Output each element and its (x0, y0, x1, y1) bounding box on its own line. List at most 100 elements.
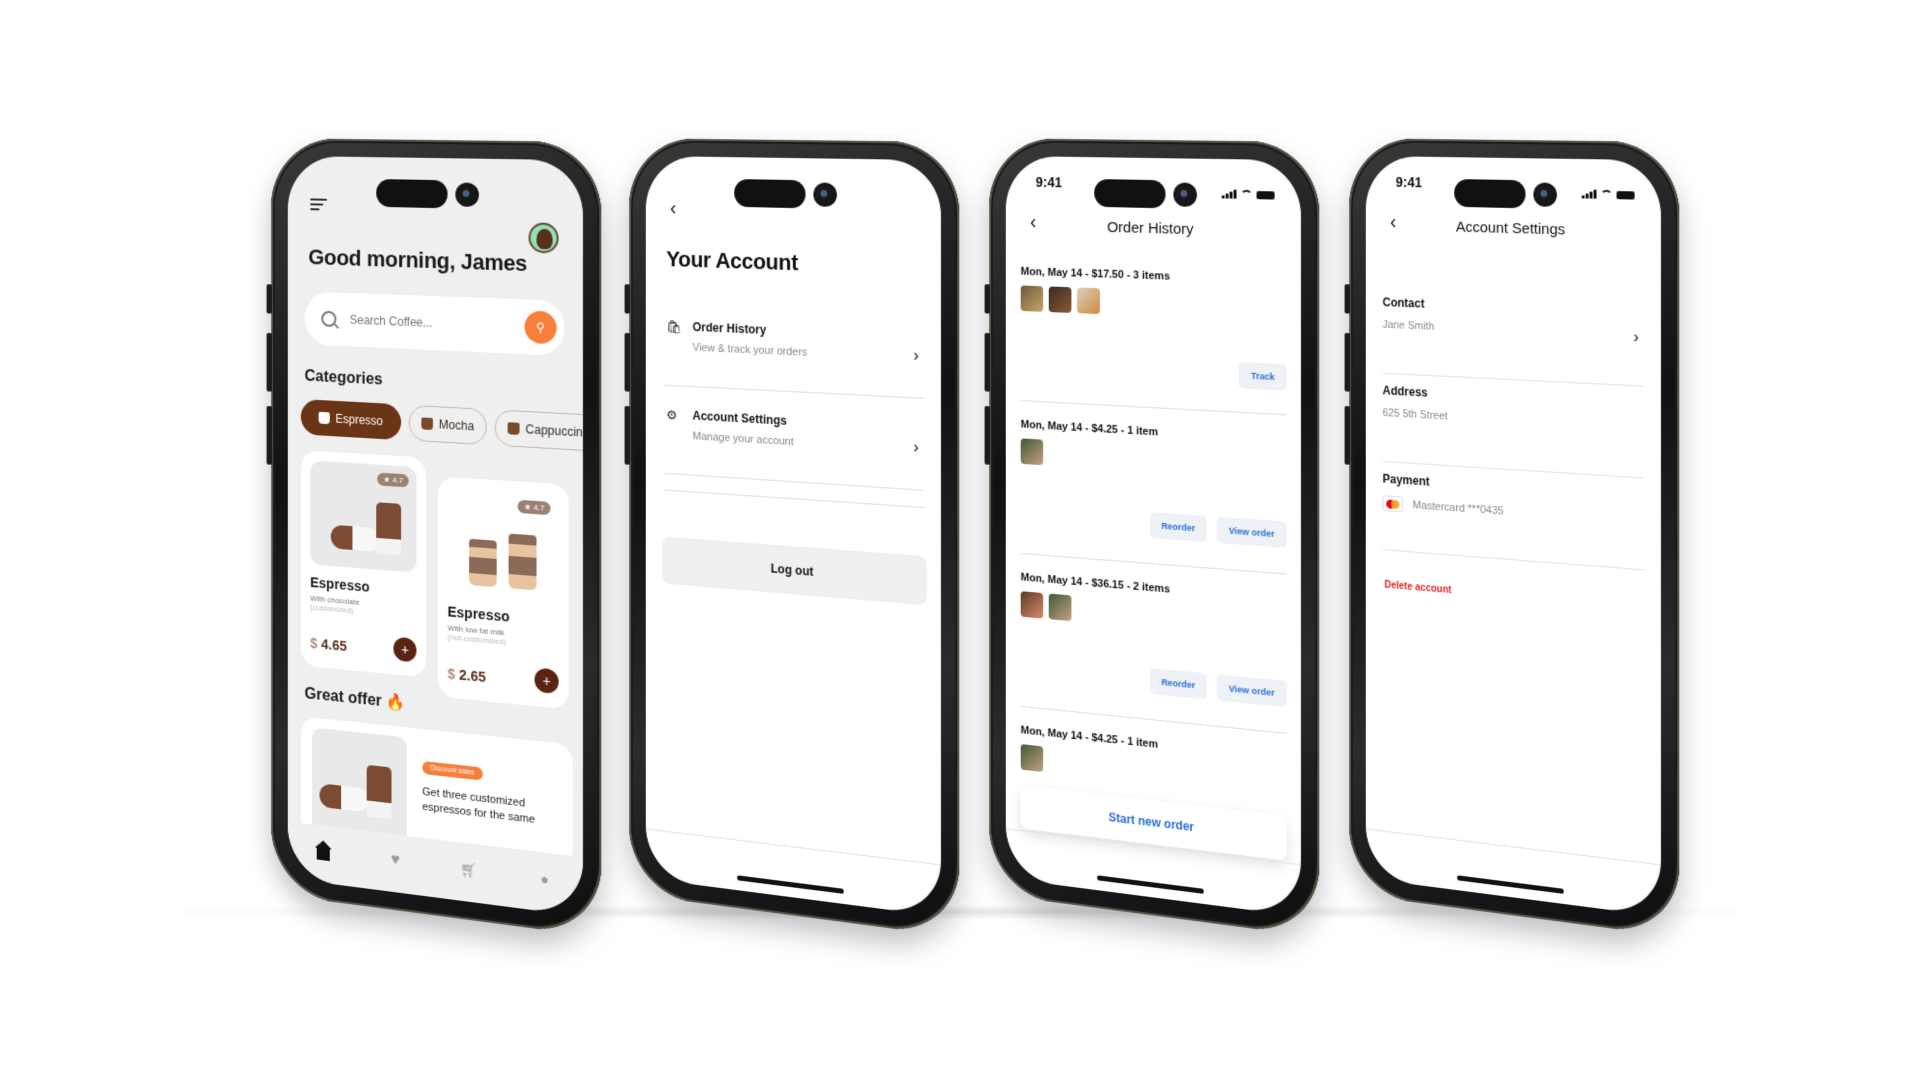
account-screen: ‹ Your Account 🛍︎ Order History View & t… (645, 155, 941, 917)
home-icon (316, 847, 330, 862)
mocha-icon (421, 417, 434, 431)
category-chips: Espresso Mocha Cappuccino (300, 399, 583, 453)
avatar[interactable] (528, 222, 559, 254)
product-image: ★ 4.7 (447, 487, 559, 603)
back-chevron-icon[interactable]: ‹ (670, 197, 676, 220)
menu-icon[interactable] (310, 195, 328, 213)
phone-account: ‹ Your Account 🛍︎ Order History View & t… (624, 138, 960, 938)
row-subtitle: View & track your orders (692, 341, 808, 359)
rating-badge: ★ 4.7 (377, 472, 409, 488)
search-bar[interactable]: ⚲ (304, 291, 565, 356)
dynamic-island (376, 179, 448, 209)
chevron-right-icon: › (913, 347, 919, 365)
reorder-button[interactable]: Reorder (1149, 511, 1207, 543)
chip-label: Mocha (438, 417, 475, 434)
view-order-button[interactable]: View order (1216, 516, 1287, 549)
status-time: 9:41 (1395, 174, 1422, 191)
menu-row-account-settings[interactable]: ⚙ Account Settings Manage your account › (664, 399, 925, 491)
settings-row-contact[interactable]: Contact Jane Smith › (1382, 295, 1645, 387)
page-title: Order History (1107, 218, 1194, 239)
row-title: Order History (692, 320, 767, 337)
order-actions: Reorder View order (1149, 667, 1287, 708)
product-list: ★ 4.7 Espresso With chocolate (customize… (300, 449, 573, 710)
cappuccino-icon (507, 422, 520, 435)
nav-profile[interactable]: ● (535, 868, 555, 891)
side-button (624, 332, 631, 392)
order-actions: Reorder View order (1149, 511, 1287, 549)
row-label: Contact (1382, 295, 1425, 311)
phone-home: Good morning, James ⚲ Categories Espress… (266, 138, 602, 938)
home-indicator[interactable] (1457, 875, 1564, 894)
order-item[interactable]: Mon, May 14 - $4.25 - 1 item Reorder Vie… (1020, 418, 1287, 575)
status-icons (1581, 189, 1635, 200)
status-time: 9:41 (1035, 174, 1062, 191)
delete-account-link[interactable]: Delete account (1384, 580, 1451, 596)
categories-title: Categories (304, 367, 383, 389)
order-item[interactable]: Mon, May 14 - $36.15 - 2 items Reorder V… (1020, 571, 1287, 734)
discount-badge: Discount sales (422, 760, 483, 781)
menu-row-order-history[interactable]: 🛍︎ Order History View & track your order… (664, 311, 925, 399)
product-card[interactable]: ★ 4.7 Espresso With chocolate (customize… (300, 449, 427, 678)
phone-account-settings: 9:41 ‹ Account Settings Contact Jane Smi… (1344, 138, 1680, 938)
reorder-button[interactable]: Reorder (1149, 667, 1207, 700)
row-title: Account Settings (692, 408, 787, 428)
add-to-cart-button[interactable]: + (534, 667, 559, 695)
mastercard-icon (1382, 495, 1404, 513)
row-label: Address (1382, 383, 1428, 400)
search-input[interactable] (349, 312, 525, 334)
item-thumbnail (1020, 285, 1044, 312)
order-actions: Track (1238, 362, 1287, 391)
category-chip-espresso[interactable]: Espresso (300, 399, 402, 441)
page-title: Your Account (666, 246, 798, 276)
order-item[interactable]: Mon, May 14 - $17.50 - 3 items Track (1020, 265, 1287, 416)
side-button (266, 284, 273, 314)
chip-label: Espresso (335, 411, 383, 429)
divider (664, 489, 925, 509)
add-to-cart-button[interactable]: + (393, 636, 417, 663)
nav-favorites[interactable]: ♥ (386, 849, 405, 871)
home-indicator[interactable] (737, 875, 844, 894)
camera (1533, 182, 1557, 208)
item-thumbnail (1048, 286, 1072, 313)
dynamic-island (1094, 179, 1166, 209)
sliders-icon: ⚲ (536, 320, 545, 335)
product-image: ★ 4.7 (310, 460, 417, 573)
category-chip-mocha[interactable]: Mocha (408, 404, 487, 446)
search-icon (321, 310, 337, 328)
row-value: 625 5th Street (1382, 407, 1448, 423)
filter-button[interactable]: ⚲ (524, 310, 557, 345)
page-title: Account Settings (1455, 218, 1566, 239)
settings-row-payment[interactable]: Payment Mastercard ***0435 (1382, 471, 1645, 571)
dynamic-island (1454, 179, 1526, 209)
product-price: $2.65 (447, 665, 486, 686)
greeting: Good morning, James (308, 244, 528, 277)
payment-text: Mastercard ***0435 (1412, 499, 1504, 518)
nav-cart[interactable]: 🛒︎ (459, 858, 479, 881)
category-chip-cappuccino[interactable]: Cappuccino (494, 409, 583, 453)
view-order-button[interactable]: View order (1216, 674, 1287, 708)
nav-home[interactable] (314, 840, 333, 862)
divider (645, 828, 941, 866)
order-thumbnails (1020, 285, 1287, 321)
settings-row-address[interactable]: Address 625 5th Street (1382, 383, 1645, 479)
logout-button[interactable]: Log out (662, 536, 927, 606)
item-thumbnail (1020, 744, 1044, 773)
order-history-screen: 9:41 ‹ Order History Mon, May 14 - $17.5… (1005, 155, 1301, 917)
side-button (1344, 284, 1351, 314)
account-settings-screen: 9:41 ‹ Account Settings Contact Jane Smi… (1365, 155, 1661, 917)
phone-order-history: 9:41 ‹ Order History Mon, May 14 - $17.5… (984, 138, 1320, 938)
shopping-bag-icon: 🛍︎ (666, 319, 682, 335)
product-card[interactable]: ★ 4.7 Espresso With low fat milk (not-cu… (437, 476, 569, 710)
signal-icon (1581, 189, 1597, 199)
home-indicator[interactable] (1097, 875, 1204, 894)
wifi-icon (1240, 189, 1253, 200)
camera (1173, 182, 1197, 208)
side-button (984, 332, 991, 392)
gear-icon: ⚙ (666, 407, 678, 423)
item-thumbnail (1020, 438, 1044, 466)
offer-text: Get three customized espressos for the s… (422, 785, 535, 826)
track-button[interactable]: Track (1238, 362, 1287, 391)
chip-label: Cappuccino (525, 422, 583, 440)
row-value: Jane Smith (1382, 318, 1435, 333)
side-button (984, 284, 991, 314)
